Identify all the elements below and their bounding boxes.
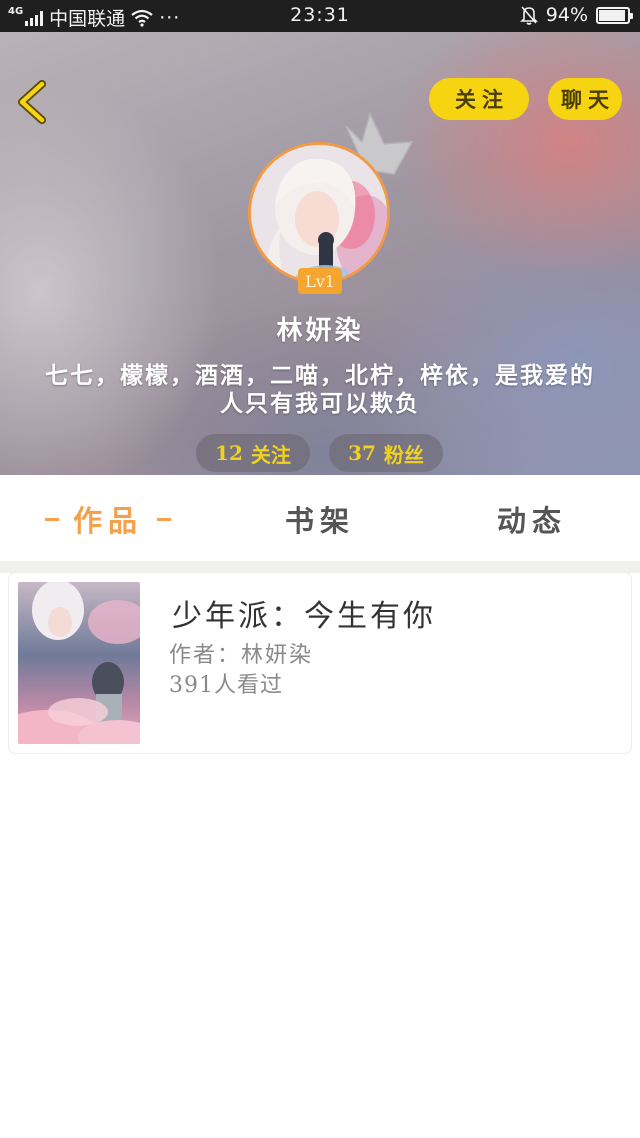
work-view-count: 391人看过: [169, 673, 283, 698]
following-count: 12: [215, 441, 243, 465]
chat-button[interactable]: 聊天: [548, 78, 622, 120]
battery-icon: [596, 6, 633, 24]
follow-button[interactable]: 关注: [429, 78, 529, 120]
cover-image: [18, 582, 140, 744]
battery-percent: 94%: [545, 4, 588, 26]
avatar[interactable]: [248, 142, 390, 284]
book-cover[interactable]: [18, 582, 140, 744]
active-indicator-left: [44, 517, 59, 521]
username: 林妍染: [276, 316, 364, 346]
battery-nub: [630, 12, 633, 19]
fans-count: 37: [348, 441, 376, 465]
profile-bio: 七七，檬檬，酒酒，二喵，北柠，梓依，是我爱的人只有我可以欺负: [45, 362, 595, 417]
status-right: 94%: [519, 4, 633, 26]
profile-header: 关注 聊天 Lv1 林妍染 七七，檬檬，酒酒，二喵，北柠，梓依，是我爱的人只有我…: [0, 32, 640, 475]
tab-bookshelf[interactable]: 书架: [262, 497, 378, 541]
work-card[interactable]: 少年派：今生有你 作者：林妍染 391人看过: [9, 573, 631, 753]
bell-muted-icon: [519, 6, 538, 25]
tab-works-label: 作品: [72, 504, 143, 538]
chevron-left-icon[interactable]: [14, 80, 54, 124]
section-divider: [0, 561, 640, 573]
tab-moments[interactable]: 动态: [474, 497, 590, 541]
work-author: 作者：林妍染: [169, 643, 314, 668]
avatar-image: [251, 145, 387, 281]
following-label: 关注: [250, 442, 291, 467]
profile-tabs: 作品 书架 动态: [0, 475, 640, 561]
battery-level: [599, 9, 626, 21]
level-badge: Lv1: [298, 268, 342, 294]
active-indicator-right: [157, 517, 171, 521]
fans-count-button[interactable]: 37 粉丝: [329, 434, 443, 472]
tab-works[interactable]: 作品: [30, 497, 186, 541]
fans-label: 粉丝: [383, 442, 424, 467]
work-title[interactable]: 少年派：今生有你: [172, 591, 436, 635]
status-bar: 4G 中国联通 ··· 23:31 94%: [0, 0, 640, 32]
following-count-button[interactable]: 12 关注: [196, 434, 310, 472]
